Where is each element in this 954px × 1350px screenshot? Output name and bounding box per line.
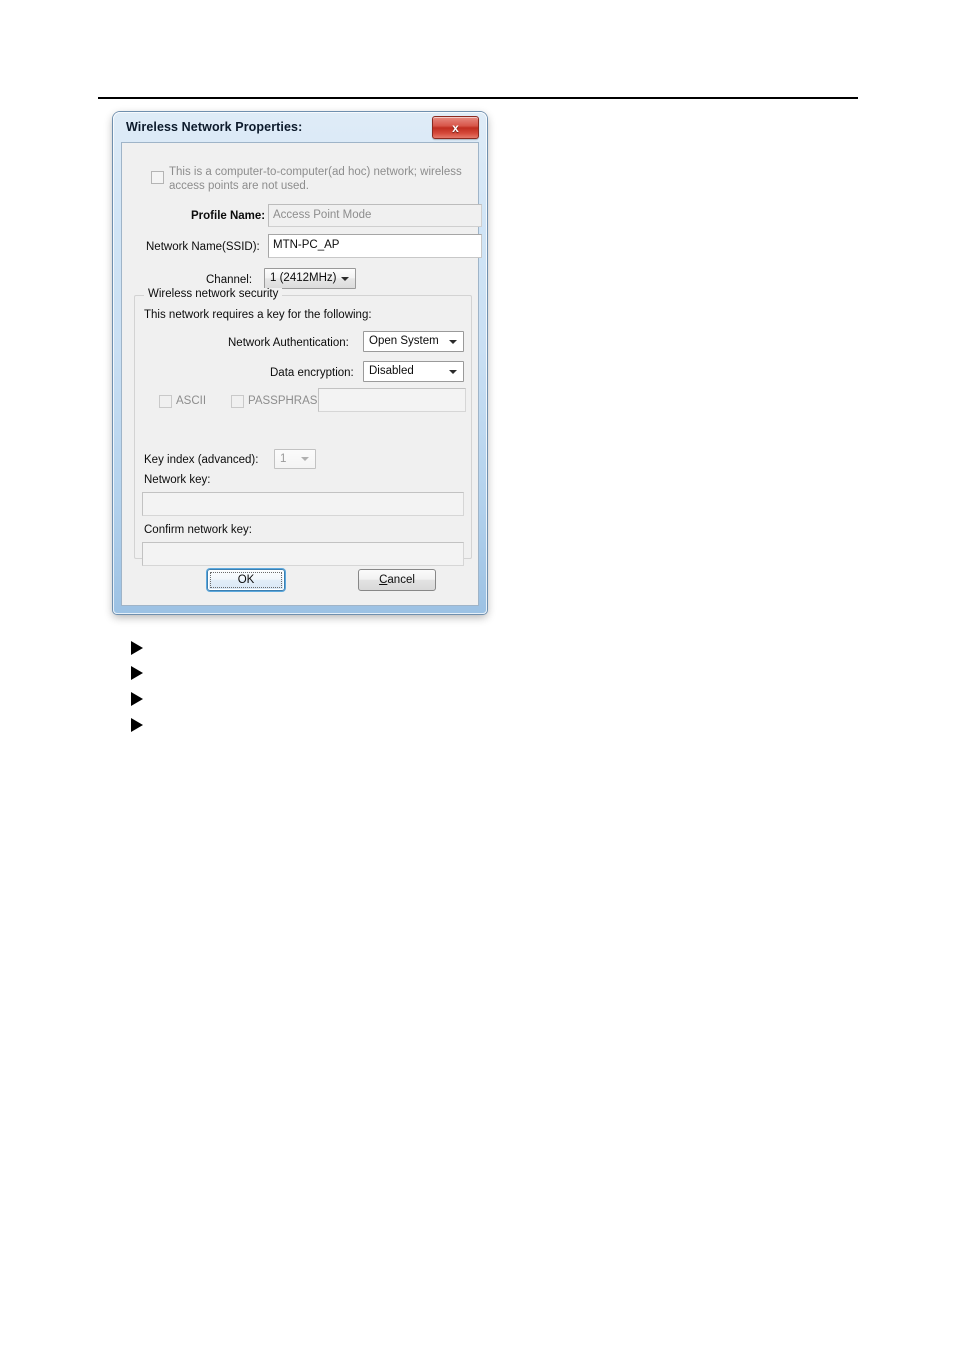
bullet-triangle-3 <box>131 692 143 706</box>
key-index-value: 1 <box>280 453 287 465</box>
close-icon: x <box>452 120 459 135</box>
key-index-label: Key index (advanced): <box>144 454 259 466</box>
wireless-network-security-group-title: Wireless network security <box>144 288 283 300</box>
focus-ring <box>210 572 282 588</box>
confirm-network-key-input <box>142 542 464 566</box>
adhoc-network-label: This is a computer-to-computer(ad hoc) n… <box>169 166 462 192</box>
close-button[interactable]: x <box>432 116 479 139</box>
network-authentication-value: Open System <box>369 335 439 347</box>
data-encryption-dropdown[interactable]: Disabled <box>363 361 464 382</box>
security-description: This network requires a key for the foll… <box>144 309 372 321</box>
page-header-rule <box>98 97 858 99</box>
confirm-network-key-label: Confirm network key: <box>144 524 253 536</box>
passphrase-input <box>318 388 466 412</box>
network-authentication-dropdown[interactable]: Open System <box>363 331 464 352</box>
data-encryption-value: Disabled <box>369 365 414 377</box>
network-authentication-label: Network Authentication: <box>228 337 349 349</box>
wireless-network-properties-dialog: Wireless Network Properties: x This is a… <box>113 112 487 614</box>
bullet-triangle-4 <box>131 718 143 732</box>
passphrase-label: PASSPHRASE <box>248 395 326 407</box>
cancel-button-label: Cancel <box>379 574 415 586</box>
chevron-down-icon <box>341 276 349 281</box>
network-key-input <box>142 492 464 516</box>
passphrase-checkbox <box>231 395 244 408</box>
ok-button[interactable]: OK <box>207 569 285 591</box>
cancel-button[interactable]: Cancel <box>358 569 436 591</box>
channel-value: 1 (2412MHz) <box>270 272 337 284</box>
chevron-down-icon <box>449 369 457 374</box>
bullet-triangle-1 <box>131 641 143 655</box>
ascii-label: ASCII <box>176 395 207 407</box>
profile-name-label: Profile Name: <box>191 210 266 222</box>
channel-label: Channel: <box>206 274 253 286</box>
network-key-label: Network key: <box>144 474 211 486</box>
channel-dropdown[interactable]: 1 (2412MHz) <box>264 268 356 289</box>
bullet-triangle-2 <box>131 666 143 680</box>
profile-name-field: Access Point Mode <box>268 204 482 227</box>
network-name-input[interactable]: MTN-PC_AP <box>268 234 482 258</box>
key-index-dropdown: 1 <box>274 449 316 469</box>
data-encryption-label: Data encryption: <box>270 367 354 379</box>
dialog-titlebar[interactable]: Wireless Network Properties: x <box>118 115 482 143</box>
chevron-down-icon <box>301 457 309 461</box>
ascii-checkbox <box>159 395 172 408</box>
dialog-title: Wireless Network Properties: <box>126 120 303 134</box>
chevron-down-icon <box>449 339 457 344</box>
adhoc-network-checkbox[interactable] <box>151 171 164 184</box>
network-name-label: Network Name(SSID): <box>146 241 260 253</box>
cancel-label-suffix: ancel <box>387 574 415 586</box>
dialog-client-area: This is a computer-to-computer(ad hoc) n… <box>121 142 482 606</box>
